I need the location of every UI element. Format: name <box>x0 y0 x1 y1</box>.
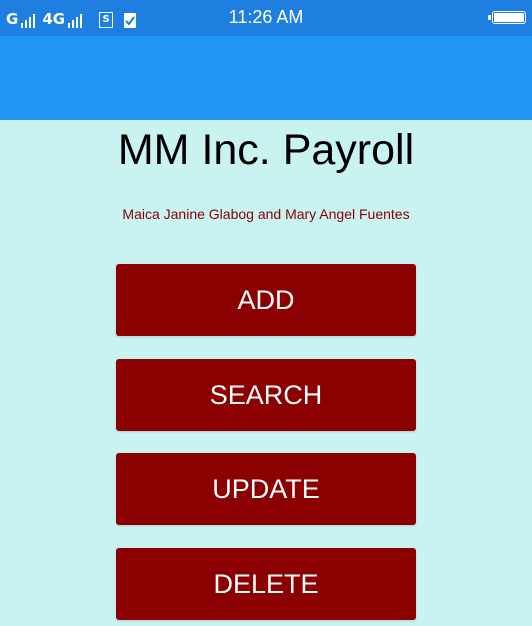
update-button[interactable]: UPDATE <box>116 453 416 525</box>
add-button[interactable]: ADD <box>116 264 416 336</box>
search-button[interactable]: SEARCH <box>116 359 416 431</box>
app-bar <box>0 36 532 120</box>
delete-button[interactable]: DELETE <box>116 548 416 620</box>
status-time: 11:26 AM <box>228 7 304 27</box>
page-subtitle: Maica Janine Glabog and Mary Angel Fuent… <box>122 206 410 222</box>
page-title: MM Inc. Payroll <box>117 126 415 174</box>
battery-icon <box>488 11 526 24</box>
battery-level <box>494 13 524 22</box>
status-bar: G 4G S 11:26 AM <box>0 0 532 36</box>
